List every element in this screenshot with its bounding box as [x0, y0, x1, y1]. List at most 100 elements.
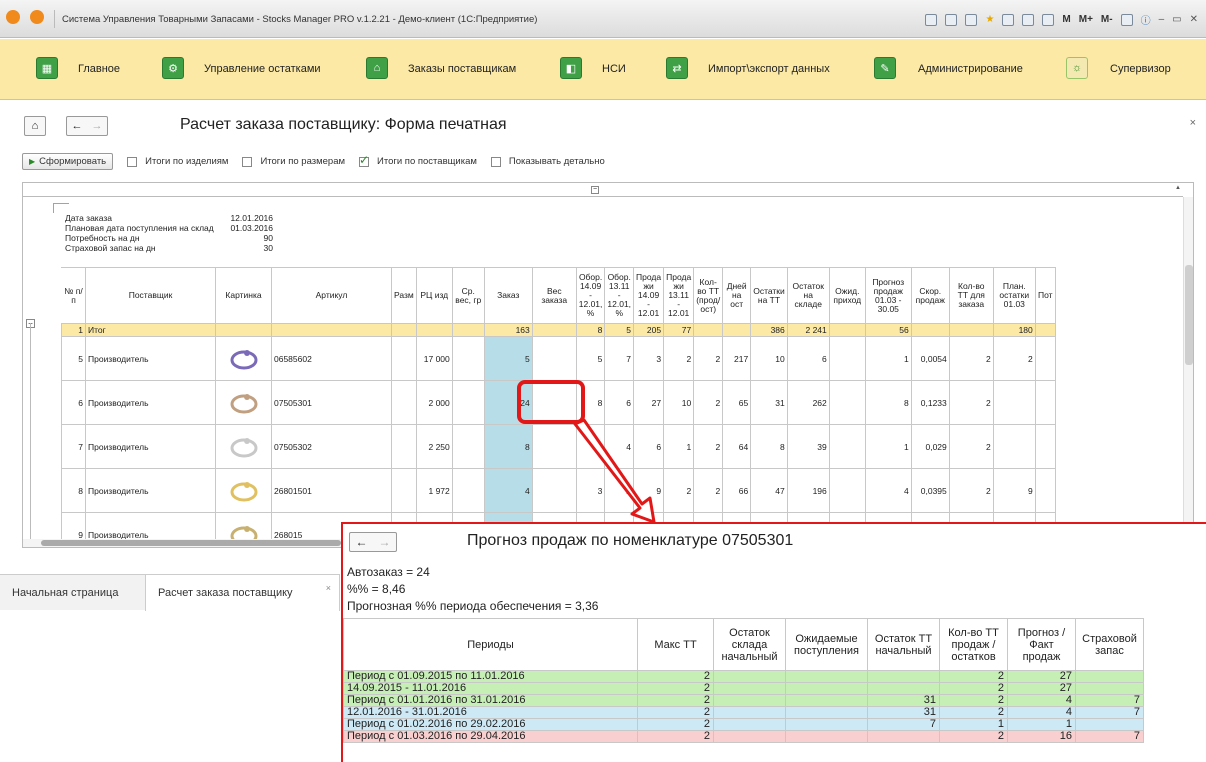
- column-header[interactable]: РЦ изд: [415, 267, 453, 324]
- popup-column-header[interactable]: Макс ТТ: [637, 618, 714, 671]
- forecast-row[interactable]: 12.01.2016 - 31.01.2016 2 31 2 4 7: [343, 706, 1144, 719]
- forecast-cell[interactable]: 4: [1007, 706, 1076, 719]
- print-icon[interactable]: [945, 13, 958, 26]
- column-header[interactable]: Разм: [391, 267, 417, 324]
- total-cell[interactable]: [415, 323, 453, 337]
- table-cell[interactable]: 2 250: [415, 424, 453, 469]
- table-cell[interactable]: 0,0395: [910, 468, 950, 513]
- forecast-cell[interactable]: [867, 682, 940, 695]
- forecast-cell[interactable]: 2: [637, 682, 714, 695]
- table-cell[interactable]: 6: [786, 336, 830, 381]
- table-cell[interactable]: 10: [663, 380, 695, 425]
- table-cell[interactable]: 07505302: [271, 424, 392, 469]
- info-icon[interactable]: ⓘ: [1141, 12, 1151, 27]
- forecast-cell[interactable]: 14.09.2015 - 11.01.2016: [343, 682, 638, 695]
- table-cell[interactable]: 8: [864, 380, 912, 425]
- forecast-cell[interactable]: 2: [637, 706, 714, 719]
- table-cell[interactable]: 4: [864, 468, 912, 513]
- product-image-cell[interactable]: [215, 468, 272, 513]
- forecast-cell[interactable]: Период с 01.01.2016 по 31.01.2016: [343, 694, 638, 707]
- total-cell[interactable]: [531, 323, 577, 337]
- forecast-cell[interactable]: [785, 694, 868, 707]
- column-header[interactable]: Обор. 13.11 - 12.01, %: [604, 267, 635, 324]
- total-cell[interactable]: 8: [575, 323, 606, 337]
- forecast-cell[interactable]: 2: [939, 682, 1008, 695]
- generate-button[interactable]: ▶ Сформировать: [22, 153, 114, 170]
- forecast-cell[interactable]: Период с 01.02.2016 по 29.02.2016: [343, 718, 638, 731]
- memory-button[interactable]: M: [1062, 14, 1070, 25]
- table-cell[interactable]: 8: [483, 424, 533, 469]
- table-cell[interactable]: Производитель: [85, 468, 216, 513]
- column-header[interactable]: № п/п: [61, 267, 86, 324]
- popup-column-header[interactable]: Ожидаемые поступления: [785, 618, 868, 671]
- column-header[interactable]: Пот: [1034, 267, 1056, 324]
- table-cell[interactable]: 2: [948, 336, 994, 381]
- table-cell[interactable]: 2: [948, 380, 994, 425]
- total-cell[interactable]: [271, 323, 392, 337]
- checkbox-by-sizes[interactable]: [242, 156, 253, 167]
- table-cell[interactable]: 0,1233: [910, 380, 950, 425]
- forecast-row[interactable]: Период с 01.01.2016 по 31.01.2016 2 31 2 4 7: [343, 694, 1144, 707]
- popup-column-header[interactable]: Остаток склада начальный: [713, 618, 786, 671]
- close-tab-icon[interactable]: ×: [326, 583, 331, 593]
- table-cell[interactable]: 5: [575, 336, 606, 381]
- history-icon[interactable]: [1002, 13, 1015, 26]
- table-cell[interactable]: 12: [575, 424, 606, 469]
- forecast-cell[interactable]: 7: [1075, 706, 1144, 719]
- total-cell[interactable]: [215, 323, 272, 337]
- table-cell[interactable]: 26801501: [271, 468, 392, 513]
- forecast-cell[interactable]: [785, 730, 868, 743]
- forecast-cell[interactable]: 7: [1075, 694, 1144, 707]
- table-cell[interactable]: 2: [663, 336, 695, 381]
- forecast-cell[interactable]: 2: [637, 694, 714, 707]
- forecast-cell[interactable]: 2: [637, 670, 714, 683]
- forecast-row[interactable]: 14.09.2015 - 11.01.2016 2 2 27: [343, 682, 1144, 695]
- forecast-cell[interactable]: 31: [867, 706, 940, 719]
- popup-column-header[interactable]: Остаток ТТ начальный: [867, 618, 940, 671]
- table-cell[interactable]: 9: [992, 468, 1036, 513]
- column-header[interactable]: Прода жи 13.11 - 12.01: [663, 267, 695, 324]
- table-cell[interactable]: Производитель: [85, 336, 216, 381]
- forecast-cell[interactable]: [785, 682, 868, 695]
- table-cell[interactable]: 17 000: [415, 336, 453, 381]
- forecast-cell[interactable]: 2: [939, 670, 1008, 683]
- forecast-cell[interactable]: [1075, 670, 1144, 683]
- column-header[interactable]: План. остатки 01.03: [992, 267, 1036, 324]
- checkbox-by-items[interactable]: [127, 156, 138, 167]
- popup-column-header[interactable]: Периоды: [343, 618, 638, 671]
- checkbox-show-detailed[interactable]: [490, 156, 501, 167]
- total-cell[interactable]: [693, 323, 724, 337]
- total-cell[interactable]: 180: [992, 323, 1036, 337]
- table-row[interactable]: 8 Производитель 26801501 1 972 4 3 2 9 2 2 66 47 196…: [61, 468, 1056, 513]
- total-cell[interactable]: [910, 323, 950, 337]
- table-cell[interactable]: [531, 468, 577, 513]
- table-cell[interactable]: 2: [693, 424, 724, 469]
- total-cell[interactable]: 205: [633, 323, 665, 337]
- column-header[interactable]: Кол-во ТТ для заказа: [948, 267, 994, 324]
- popup-column-header[interactable]: Страховой запас: [1075, 618, 1144, 671]
- table-cell[interactable]: [1034, 380, 1056, 425]
- total-cell[interactable]: 163: [483, 323, 533, 337]
- forecast-cell[interactable]: 2: [939, 694, 1008, 707]
- table-cell[interactable]: 8: [750, 424, 788, 469]
- table-cell[interactable]: 0,0054: [910, 336, 950, 381]
- forecast-cell[interactable]: [1075, 718, 1144, 731]
- table-cell[interactable]: 217: [722, 336, 752, 381]
- app-menu-icon[interactable]: [30, 10, 44, 24]
- window-icon[interactable]: [1120, 13, 1133, 26]
- forecast-cell[interactable]: 2: [637, 730, 714, 743]
- tab-home-page[interactable]: Начальная страница: [0, 575, 146, 611]
- table-cell[interactable]: 2: [992, 336, 1036, 381]
- column-header[interactable]: Поставщик: [85, 267, 216, 324]
- table-cell[interactable]: [391, 336, 417, 381]
- forecast-cell[interactable]: 1: [1007, 718, 1076, 731]
- table-cell[interactable]: 9: [633, 468, 665, 513]
- table-cell[interactable]: 0,029: [910, 424, 950, 469]
- table-cell[interactable]: 31: [750, 380, 788, 425]
- table-cell[interactable]: [828, 336, 866, 381]
- minimize-icon[interactable]: –: [1159, 14, 1165, 25]
- product-image-cell[interactable]: [215, 336, 272, 381]
- scroll-up-icon[interactable]: ▲: [1175, 185, 1181, 191]
- table-row[interactable]: 7 Производитель 07505302 2 250 8 12 4 6 1 2 64 8 39 1…: [61, 424, 1056, 469]
- forecast-cell[interactable]: [785, 706, 868, 719]
